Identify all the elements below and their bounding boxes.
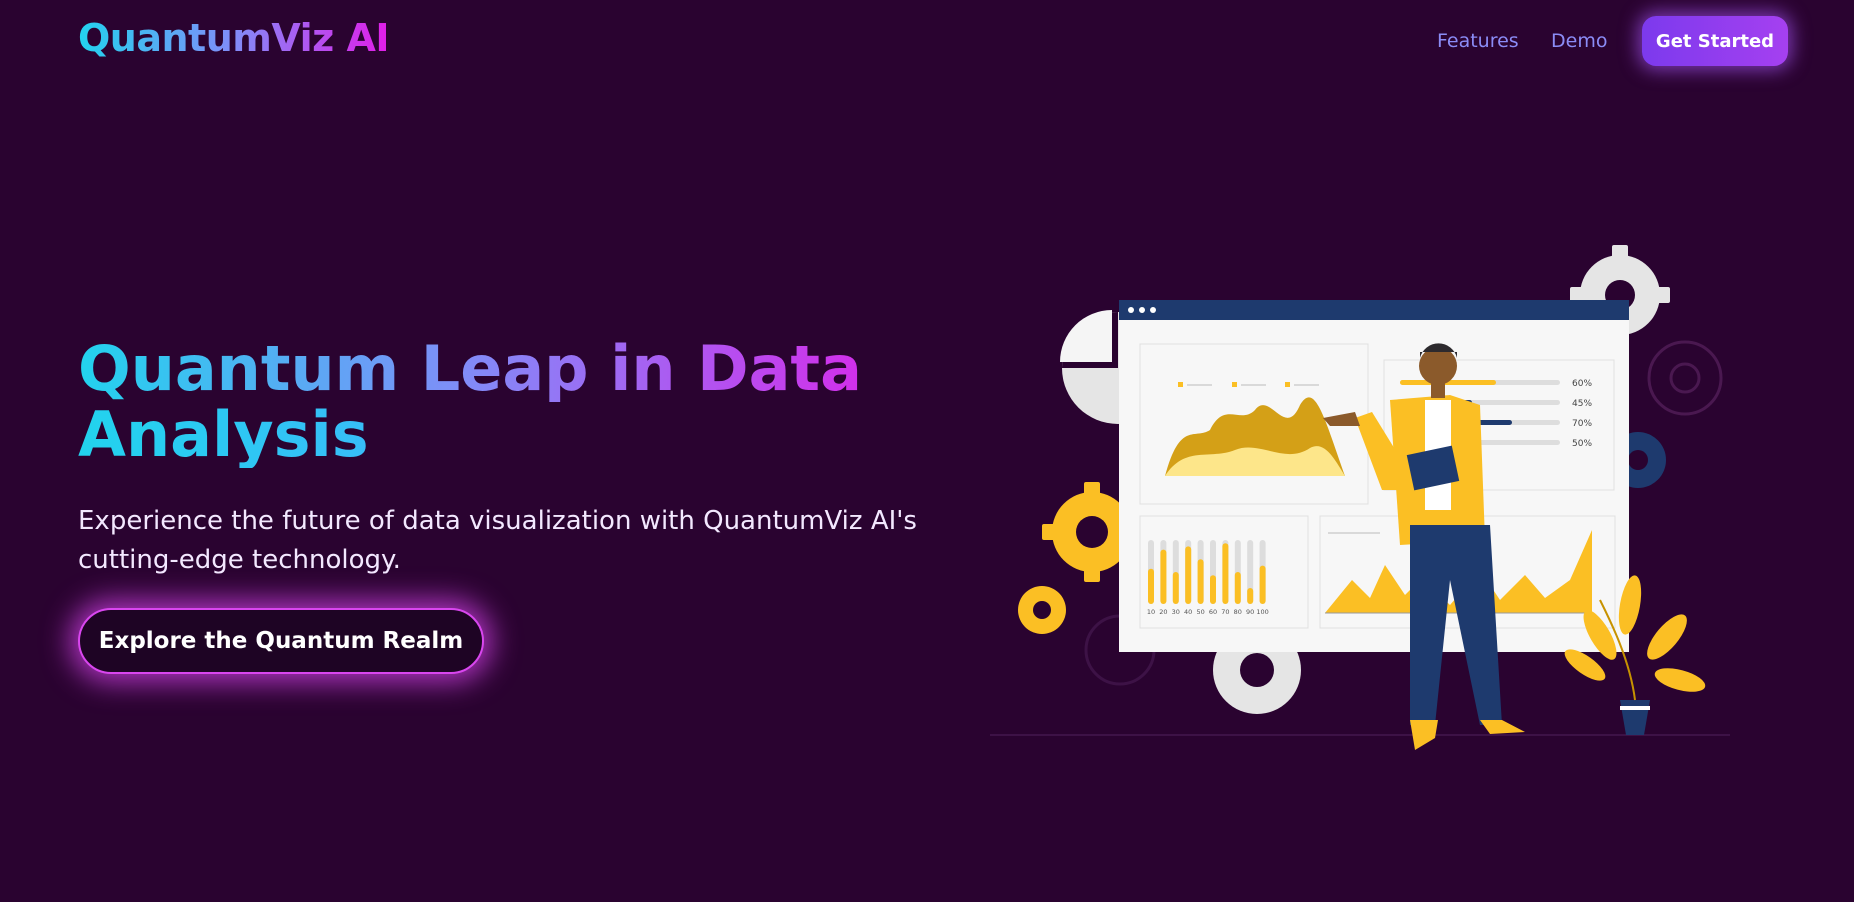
nav-link-features[interactable]: Features — [1437, 30, 1519, 52]
bar-tick-label: 40 — [1184, 608, 1192, 616]
dashboard-illustration: 60% 45% 70% 50% 10 20 30 40 50 60 70 80 90 100 — [990, 245, 1730, 750]
bar-tick-label: 20 — [1159, 608, 1167, 616]
bar — [1185, 546, 1192, 604]
bar-tick-label: 100 — [1256, 608, 1268, 616]
bar-tick-label: 90 — [1246, 608, 1254, 616]
hero-title-line-1: Quantum Leap in Data — [78, 336, 938, 402]
bar — [1148, 568, 1154, 604]
bar — [1160, 549, 1167, 604]
bar-tick-label: 60 — [1209, 608, 1217, 616]
bar-tick-label: 70 — [1221, 608, 1229, 616]
hero-title-line-2: Analysis — [78, 402, 378, 468]
bar — [1222, 543, 1229, 604]
bar-tick-label: 30 — [1172, 608, 1180, 616]
bar — [1247, 588, 1254, 604]
brand-logo[interactable]: QuantumViz AI — [78, 16, 390, 60]
progress-label: 50% — [1572, 439, 1592, 449]
explore-button[interactable]: Explore the Quantum Realm — [78, 608, 484, 674]
top-nav: QuantumViz AI Features Demo Get Started — [0, 0, 1854, 84]
bar-tick-label: 10 — [1147, 608, 1155, 616]
bar — [1210, 575, 1216, 604]
bar — [1259, 565, 1266, 604]
hero-subtitle: Experience the future of data visualizat… — [78, 506, 917, 575]
bar — [1234, 572, 1241, 604]
bar-tick-label: 50 — [1196, 608, 1204, 616]
get-started-button[interactable]: Get Started — [1642, 16, 1788, 66]
gear-icon — [1018, 586, 1066, 634]
bar — [1197, 559, 1204, 604]
progress-label: 45% — [1572, 399, 1592, 409]
hero-title: Quantum Leap in Data Analysis — [78, 336, 938, 468]
bar-tick-label: 80 — [1234, 608, 1242, 616]
progress-label: 60% — [1572, 379, 1592, 389]
gear-outline-icon — [1647, 340, 1723, 416]
bar — [1172, 572, 1179, 604]
progress-label: 70% — [1572, 419, 1592, 429]
nav-link-demo[interactable]: Demo — [1551, 30, 1607, 52]
